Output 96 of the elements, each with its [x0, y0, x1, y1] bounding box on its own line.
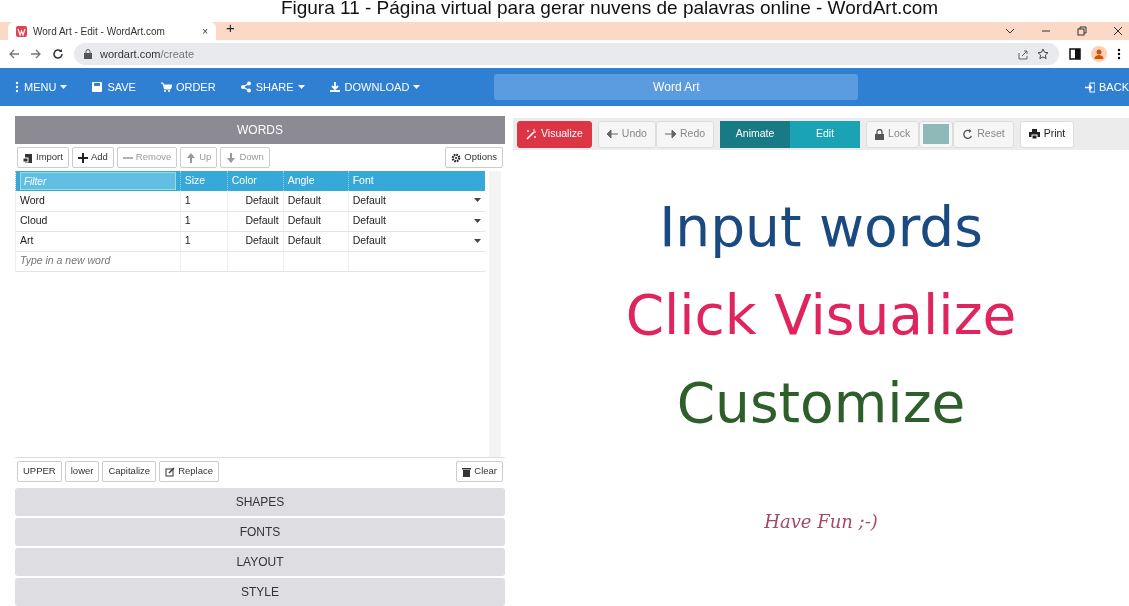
forward-arrow-icon[interactable] — [30, 48, 42, 60]
section-header[interactable]: SHAPES — [15, 488, 505, 516]
share-icon[interactable] — [1017, 48, 1029, 60]
close-icon[interactable] — [1113, 26, 1123, 36]
case-button[interactable]: UPPER — [17, 461, 62, 482]
gear-icon — [451, 152, 462, 163]
star-icon[interactable] — [1037, 48, 1049, 60]
edit-icon — [165, 466, 176, 477]
address-field[interactable]: wordart.com/create — [74, 43, 1059, 65]
table-cell: Word — [15, 191, 181, 211]
filter-field[interactable]: Filter — [20, 172, 176, 190]
url-text: wordart.com/create — [100, 46, 195, 62]
font-dropdown[interactable]: Default — [352, 213, 481, 229]
sign-in-icon — [1085, 81, 1096, 93]
caret-icon — [474, 238, 481, 244]
browser-tab[interactable]: Word Art - Edit - WordArt.com × — [8, 22, 216, 40]
back-button[interactable]: BACK — [1085, 78, 1129, 96]
column-header[interactable]: Size — [180, 171, 228, 191]
nav-menu-button[interactable]: DOWNLOAD — [328, 78, 421, 96]
canvas-text: Click Visualize — [625, 288, 1017, 343]
font-dropdown[interactable]: Default — [352, 233, 481, 249]
lock-button[interactable]: Lock — [866, 120, 920, 148]
table-cell: 1 — [180, 231, 228, 251]
toolbar-button[interactable]: Add — [71, 147, 114, 168]
table-cell: 1 — [180, 211, 228, 231]
tab-close-button[interactable]: × — [202, 23, 208, 39]
new-tab-button[interactable]: + — [226, 16, 235, 39]
nav-menu-button[interactable]: SHARE — [239, 78, 305, 96]
printer-icon — [1028, 129, 1040, 139]
arrow-up-icon — [186, 152, 197, 163]
section-header[interactable]: FONTS — [15, 518, 505, 546]
trash-icon — [462, 466, 472, 477]
table-cell: Default — [283, 211, 349, 231]
table-cell: Default — [227, 211, 284, 231]
reload-icon[interactable] — [52, 48, 64, 60]
share-icon — [239, 81, 252, 93]
caret-icon — [297, 84, 305, 90]
kebab-menu-icon — [14, 81, 20, 93]
table-cell: Art — [15, 231, 181, 251]
canvas-text: Have Fun ;-) — [764, 510, 878, 534]
arrow-left-icon — [606, 130, 618, 138]
section-header[interactable]: LAYOUT — [15, 548, 505, 576]
reset-icon — [962, 128, 974, 140]
caret-icon — [413, 84, 421, 90]
chevron-down-icon[interactable] — [1005, 26, 1015, 36]
caret-icon — [60, 84, 68, 90]
toolbar-button[interactable]: Import — [17, 147, 69, 168]
section-header[interactable]: STYLE — [15, 578, 505, 606]
back-arrow-icon[interactable] — [8, 48, 20, 60]
download-icon — [328, 81, 341, 93]
tab-title: Word Art - Edit - WordArt.com — [33, 24, 166, 39]
table-cell: Default — [283, 231, 349, 251]
color-swatch-button[interactable] — [919, 120, 954, 148]
restore-icon[interactable] — [1077, 26, 1087, 36]
arrow-down-icon — [226, 152, 237, 163]
avatar-icon[interactable] — [1091, 46, 1107, 62]
table-cell: 1 — [180, 191, 228, 211]
column-header[interactable]: Color — [227, 171, 284, 191]
color-swatch — [923, 124, 950, 144]
clear-button[interactable]: Clear — [456, 461, 503, 482]
table-cell: Default — [283, 191, 349, 211]
case-button[interactable]: Capitalize — [102, 461, 157, 482]
table-cell: Default — [227, 231, 284, 251]
caret-icon — [474, 198, 481, 204]
lock-icon — [875, 128, 885, 140]
mode-tab[interactable]: Animate — [720, 120, 791, 148]
cart-icon — [159, 81, 172, 93]
mode-tab[interactable]: Edit — [790, 120, 861, 148]
caret-icon — [474, 218, 481, 224]
document-icon — [23, 152, 33, 163]
font-dropdown[interactable]: Default — [352, 192, 481, 209]
magic-wand-icon — [526, 128, 537, 140]
print-button[interactable]: Print — [1019, 120, 1075, 148]
nav-menu-button[interactable]: SAVE — [91, 78, 136, 96]
canvas-text: Customize — [676, 376, 966, 431]
column-header[interactable]: Angle — [283, 171, 349, 191]
app-title: Word Art — [494, 74, 859, 100]
arrow-right-icon — [664, 130, 676, 138]
table-cell: Default — [227, 191, 284, 211]
column-header[interactable]: Font — [348, 171, 485, 191]
nav-menu-button[interactable]: ORDER — [159, 78, 216, 96]
nav-menu-button[interactable]: MENU — [14, 78, 68, 96]
lock-icon — [84, 49, 92, 59]
visualize-button[interactable]: Visualize — [517, 120, 592, 148]
scrollbar[interactable] — [489, 171, 501, 457]
options-button[interactable]: Options — [445, 147, 503, 168]
plus-icon — [77, 152, 88, 163]
site-logo-icon — [16, 25, 27, 37]
case-button[interactable]: lower — [64, 461, 100, 482]
reset-button[interactable]: Reset — [953, 120, 1014, 148]
replace-button[interactable]: Replace — [159, 461, 219, 482]
more-menu-icon[interactable] — [1117, 48, 1121, 60]
table-cell: Cloud — [15, 211, 181, 231]
figure-caption: Figura 11 - Página virtual para gerar nuvens de palavras online - WordArt.com — [279, 0, 940, 20]
side-panel-icon[interactable] — [1069, 48, 1081, 60]
panel-header[interactable]: WORDS — [15, 116, 505, 144]
